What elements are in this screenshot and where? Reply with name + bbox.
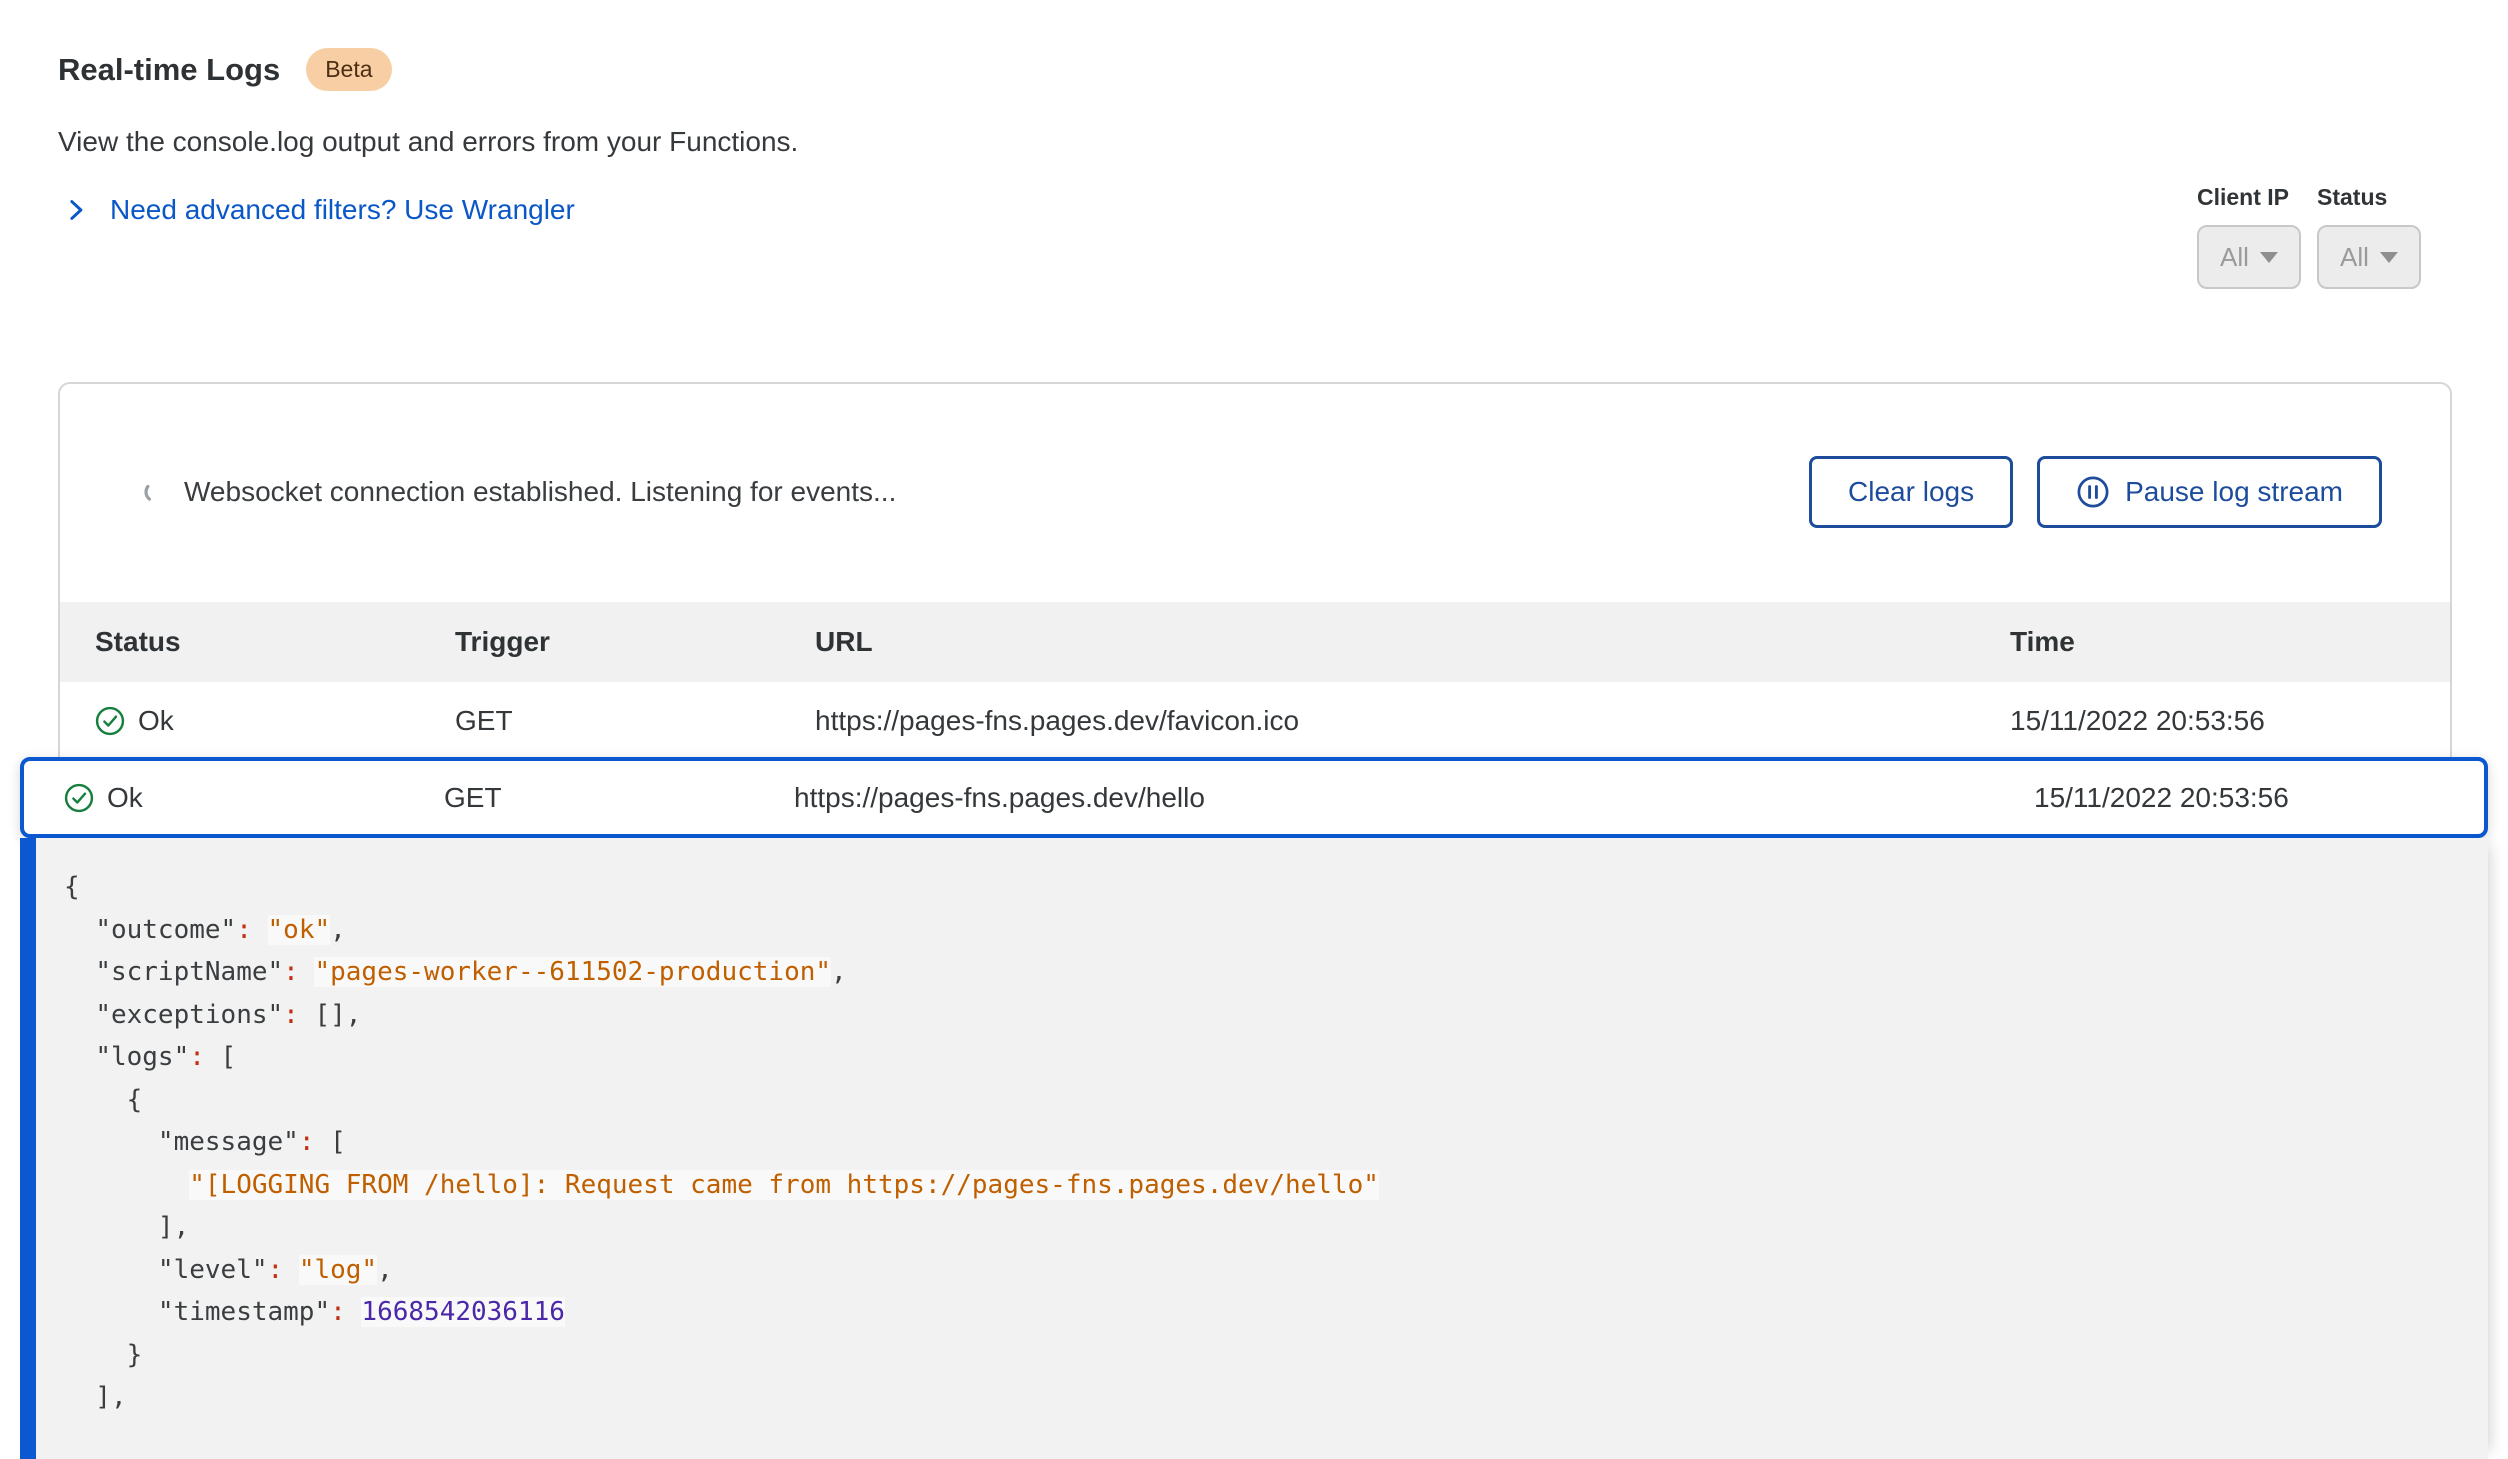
code-line: "outcome": "ok", — [64, 909, 2488, 952]
trigger-cell: GET — [444, 782, 794, 814]
code-line: } — [64, 1334, 2488, 1377]
url-cell: https://pages-fns.pages.dev/favicon.ico — [815, 705, 2010, 737]
pause-log-stream-button[interactable]: Pause log stream — [2037, 456, 2382, 528]
status-filter-label: Status — [2317, 184, 2421, 211]
code-line: "message": [ — [64, 1121, 2488, 1164]
caret-down-icon — [2260, 252, 2278, 263]
client-ip-filter-group: Client IP All — [2197, 184, 2301, 289]
status-dropdown[interactable]: All — [2317, 225, 2421, 289]
chevron-right-icon — [62, 196, 90, 224]
status-filter-group: Status All — [2317, 184, 2421, 289]
client-ip-value: All — [2220, 242, 2249, 273]
column-header-status: Status — [95, 626, 455, 658]
connection-message: Websocket connection established. Listen… — [184, 476, 896, 508]
code-line: ], — [64, 1376, 2488, 1419]
code-line: "[LOGGING FROM /hello]: Request came fro… — [64, 1164, 2488, 1207]
status-ok-icon — [95, 706, 125, 736]
wrangler-link[interactable]: Need advanced filters? Use Wrangler — [110, 194, 575, 226]
expanded-log-row: Ok GET https://pages-fns.pages.dev/hello… — [20, 757, 2488, 1459]
status-cell: Ok — [64, 782, 444, 814]
json-log-panel: { "outcome": "ok", "scriptName": "pages-… — [20, 838, 2488, 1459]
page-title: Real-time Logs — [58, 52, 280, 88]
url-cell: https://pages-fns.pages.dev/hello — [794, 782, 2034, 814]
status-text: Ok — [138, 705, 174, 737]
caret-down-icon — [2380, 252, 2398, 263]
table-row[interactable]: Ok GET https://pages-fns.pages.dev/favic… — [60, 682, 2450, 759]
trigger-cell: GET — [455, 705, 815, 737]
status-ok-icon — [64, 783, 94, 813]
time-cell: 15/11/2022 20:53:56 — [2034, 782, 2484, 814]
page-header: Real-time Logs Beta — [58, 48, 392, 91]
column-header-url: URL — [815, 626, 2010, 658]
toolbar-actions: Clear logs Pause log stream — [1809, 456, 2382, 528]
spinner-icon — [142, 479, 168, 505]
pause-icon — [2076, 475, 2110, 509]
clear-logs-label: Clear logs — [1848, 476, 1974, 508]
code-line: { — [64, 1079, 2488, 1122]
selected-table-row[interactable]: Ok GET https://pages-fns.pages.dev/hello… — [20, 757, 2488, 838]
code-line: ], — [64, 1206, 2488, 1249]
status-filter-value: All — [2340, 242, 2369, 273]
table-header: Status Trigger URL Time — [60, 602, 2450, 682]
status-text: Ok — [107, 782, 143, 814]
clear-logs-button[interactable]: Clear logs — [1809, 456, 2013, 528]
connection-status: Websocket connection established. Listen… — [142, 476, 896, 508]
code-line: { — [64, 866, 2488, 909]
code-line: "timestamp": 1668542036116 — [64, 1291, 2488, 1334]
column-header-trigger: Trigger — [455, 626, 815, 658]
page-subtitle: View the console.log output and errors f… — [58, 126, 798, 158]
client-ip-dropdown[interactable]: All — [2197, 225, 2301, 289]
logs-toolbar: Websocket connection established. Listen… — [60, 384, 2450, 528]
beta-badge: Beta — [306, 48, 391, 91]
column-header-time: Time — [2010, 626, 2450, 658]
code-line: "level": "log", — [64, 1249, 2488, 1292]
code-line: "scriptName": "pages-worker--611502-prod… — [64, 951, 2488, 994]
client-ip-label: Client IP — [2197, 184, 2301, 211]
status-cell: Ok — [95, 705, 455, 737]
pause-log-stream-label: Pause log stream — [2125, 476, 2343, 508]
wrangler-link-row[interactable]: Need advanced filters? Use Wrangler — [62, 194, 575, 226]
code-line: "exceptions": [], — [64, 994, 2488, 1037]
code-line: "logs": [ — [64, 1036, 2488, 1079]
time-cell: 15/11/2022 20:53:56 — [2010, 705, 2450, 737]
